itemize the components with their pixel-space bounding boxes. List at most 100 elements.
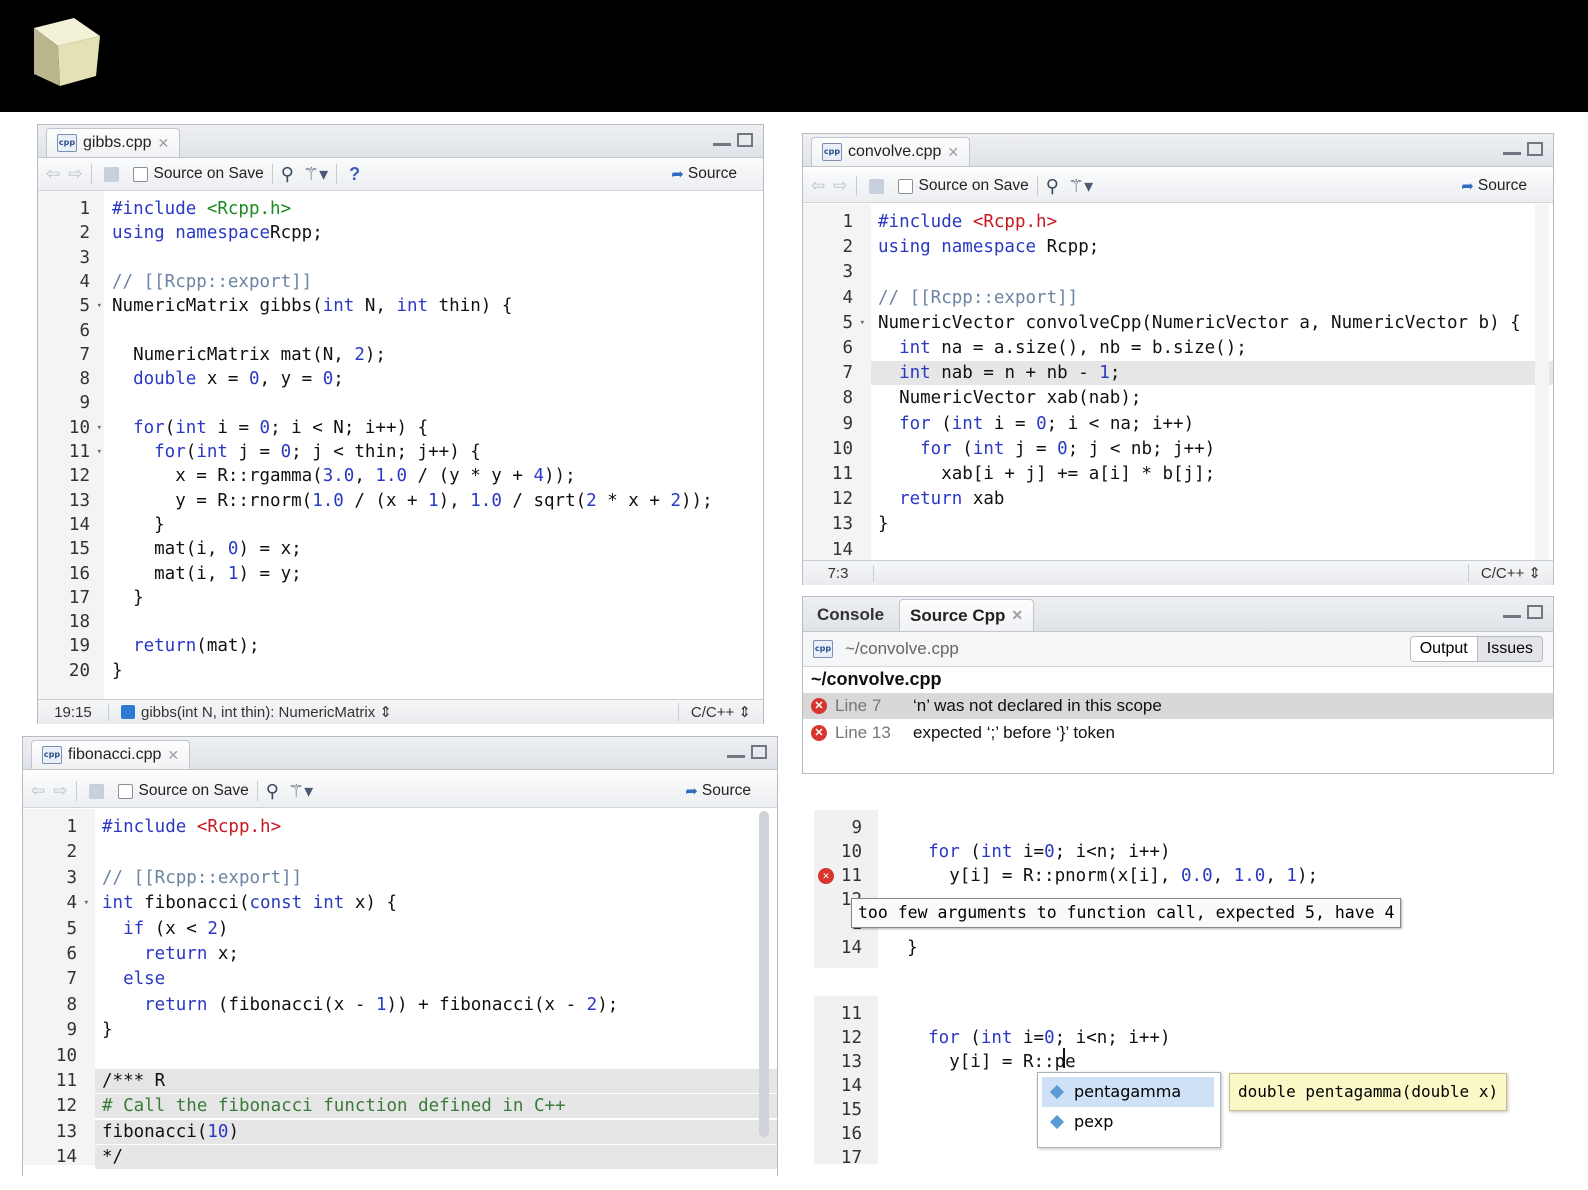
source-button[interactable]: ➦ Source: [671, 165, 737, 183]
fold-arrow-icon[interactable]: ▾: [92, 416, 102, 440]
code-line[interactable]: 15 mat(i, 0) = x;: [38, 537, 763, 561]
code-line[interactable]: 10: [23, 1044, 777, 1068]
code-line[interactable]: 3: [803, 260, 1553, 284]
code-line[interactable]: 17 }: [38, 586, 763, 610]
code-line[interactable]: 7 else: [23, 967, 777, 991]
minimize-icon[interactable]: [1503, 615, 1521, 618]
magic-wand-icon[interactable]: ⚚▾: [1068, 176, 1093, 197]
issues-button[interactable]: Issues: [1477, 637, 1542, 661]
tab-console[interactable]: Console: [817, 605, 884, 625]
code-line[interactable]: 8 NumericVector xab(nab);: [803, 386, 1553, 410]
code-line[interactable]: 5 ▾ NumericVector convolveCpp(NumericVecto…: [803, 311, 1553, 335]
save-icon[interactable]: [103, 166, 119, 182]
code-editor[interactable]: 1 #include <Rcpp.h> 2 using namespaceRcpp; 3…: [38, 191, 763, 701]
code-line[interactable]: 5 ▾ NumericMatrix gibbs(int N, int thin) {: [38, 294, 763, 318]
code-line[interactable]: 2 using namespace Rcpp;: [803, 235, 1553, 259]
magic-wand-icon[interactable]: ⚚▾: [288, 781, 313, 802]
fold-arrow-icon[interactable]: ▾: [79, 891, 89, 915]
source-button[interactable]: ➦ Source: [685, 782, 751, 800]
search-icon[interactable]: ⚲: [281, 164, 294, 185]
code-line[interactable]: 3: [38, 246, 763, 270]
close-icon[interactable]: ✕: [167, 747, 179, 764]
forward-arrow-icon[interactable]: ⇨: [833, 176, 847, 196]
code-line[interactable]: 14: [803, 538, 1553, 562]
code-line[interactable]: 6 int na = a.size(), nb = b.size();: [803, 336, 1553, 360]
code-line[interactable]: 10 ▾ for(int i = 0; i < N; i++) {: [38, 416, 763, 440]
forward-arrow-icon[interactable]: ⇨: [53, 781, 67, 801]
code-line[interactable]: 13 y = R::rnorm(1.0 / (x + 1), 1.0 / sqr…: [38, 489, 763, 513]
source-on-save-checkbox[interactable]: [897, 178, 913, 194]
code-line[interactable]: 11: [814, 1002, 1414, 1026]
function-navigator[interactable]: gibbs(int N, int thin): NumericMatrix ⇕: [109, 703, 678, 721]
code-line[interactable]: 14 }: [38, 513, 763, 537]
code-line[interactable]: 14 }: [814, 936, 1414, 960]
code-line[interactable]: 11 ✕ y[i] = R::pnorm(x[i], 0.0, 1.0, 1);: [814, 864, 1414, 888]
code-line[interactable]: 12 for (int i=0; i<n; i++): [814, 1026, 1414, 1050]
code-line[interactable]: 4 // [[Rcpp::export]]: [803, 286, 1553, 310]
code-line[interactable]: 3 // [[Rcpp::export]]: [23, 866, 777, 890]
code-line[interactable]: 8 double x = 0, y = 0;: [38, 367, 763, 391]
code-line[interactable]: 6: [38, 319, 763, 343]
close-icon[interactable]: ✕: [158, 135, 170, 152]
code-line[interactable]: 12 return xab: [803, 487, 1553, 511]
code-line[interactable]: 11 ▾ for(int j = 0; j < thin; j++) {: [38, 440, 763, 464]
completion-item[interactable]: pexp: [1042, 1107, 1214, 1137]
tab-gibbs-cpp[interactable]: cpp gibbs.cpp ✕: [46, 128, 181, 157]
code-line[interactable]: 4 // [[Rcpp::export]]: [38, 270, 763, 294]
code-line[interactable]: 13}: [803, 512, 1553, 536]
maximize-icon[interactable]: [1527, 605, 1543, 619]
maximize-icon[interactable]: [1527, 142, 1543, 156]
code-line[interactable]: 16 mat(i, 1) = y;: [38, 562, 763, 586]
minimize-icon[interactable]: [727, 755, 745, 758]
code-line[interactable]: 10 for (int i=0; i<n; i++): [814, 840, 1414, 864]
language-selector[interactable]: C/C++ ⇕: [1467, 564, 1553, 582]
back-arrow-icon[interactable]: ⇦: [46, 164, 60, 184]
code-line[interactable]: 7 int nab = n + nb - 1;: [842, 361, 1553, 386]
code-line[interactable]: 13 fibonacci(10): [56, 1119, 777, 1144]
code-line[interactable]: 5 if (x < 2): [23, 917, 777, 941]
close-icon[interactable]: ✕: [1011, 607, 1023, 624]
code-line[interactable]: 13 y[i] = R::pe: [814, 1050, 1414, 1074]
code-line[interactable]: 1 #include <Rcpp.h>: [38, 197, 763, 221]
save-icon[interactable]: [88, 783, 104, 799]
editor-scrollbar[interactable]: [1535, 204, 1549, 560]
code-line[interactable]: 9: [814, 816, 1414, 840]
code-line[interactable]: 9 for (int i = 0; i < na; i++): [803, 412, 1553, 436]
code-line[interactable]: 4 ▾ int fibonacci(const int x) {: [23, 891, 777, 915]
issue-row[interactable]: ✕ Line 13 expected ‘;’ before ‘}’ token: [803, 720, 1553, 746]
issue-row[interactable]: ✕ Line 7 ‘n’ was not declared in this sc…: [803, 693, 1553, 719]
code-line[interactable]: 10 for (int j = 0; j < nb; j++): [803, 437, 1553, 461]
back-arrow-icon[interactable]: ⇦: [31, 781, 45, 801]
tab-source-cpp[interactable]: Source Cpp ✕: [899, 599, 1035, 631]
code-line[interactable]: 20}: [38, 659, 763, 683]
code-line[interactable]: 11 /*** R: [56, 1069, 777, 1093]
code-line[interactable]: 11 xab[i + j] += a[i] * b[j];: [803, 462, 1553, 486]
code-editor[interactable]: 1 #include <Rcpp.h> 2 3// [[Rcpp::export]] 4…: [23, 809, 777, 1170]
language-selector[interactable]: C/C++ ⇕: [677, 703, 763, 721]
code-line[interactable]: 12 # Call the fibonacci function defined …: [56, 1094, 777, 1119]
completion-item[interactable]: pentagamma: [1042, 1077, 1214, 1107]
source-button[interactable]: ➦ Source: [1461, 177, 1527, 195]
forward-arrow-icon[interactable]: ⇨: [68, 164, 82, 184]
save-icon[interactable]: [868, 178, 884, 194]
source-on-save-checkbox[interactable]: [132, 166, 148, 182]
code-line[interactable]: 9}: [23, 1018, 777, 1042]
code-line[interactable]: 9: [38, 391, 763, 415]
maximize-icon[interactable]: [737, 133, 753, 147]
fold-arrow-icon[interactable]: ▾: [855, 311, 865, 335]
close-icon[interactable]: ✕: [947, 144, 959, 161]
editor-scrollbar[interactable]: [759, 811, 769, 1137]
minimize-icon[interactable]: [713, 143, 731, 146]
code-line[interactable]: 7 NumericMatrix mat(N, 2);: [38, 343, 763, 367]
fold-arrow-icon[interactable]: ▾: [92, 294, 102, 318]
code-line[interactable]: 2 using namespaceRcpp;: [38, 221, 763, 245]
code-line[interactable]: 2: [23, 840, 777, 864]
fold-arrow-icon[interactable]: ▾: [92, 440, 102, 464]
search-icon[interactable]: ⚲: [266, 781, 279, 802]
back-arrow-icon[interactable]: ⇦: [811, 176, 825, 196]
code-line[interactable]: 1 #include <Rcpp.h>: [23, 815, 777, 839]
code-line[interactable]: 17: [814, 1146, 1414, 1170]
maximize-icon[interactable]: [751, 745, 767, 759]
code-line[interactable]: 14 */: [56, 1145, 777, 1170]
code-line[interactable]: 19 return(mat);: [38, 634, 763, 658]
